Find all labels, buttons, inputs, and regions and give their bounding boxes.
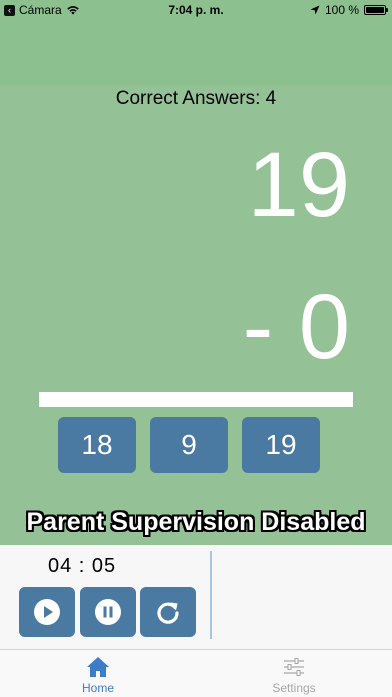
answer-button-2[interactable]: 9 (150, 417, 228, 473)
game-screen: ‹ Cámara 7:04 p. m. 100 % Correct Answer… (0, 0, 392, 545)
timer-display: 04 : 05 (48, 555, 117, 577)
tab-home[interactable]: Home (0, 650, 196, 697)
answer-options: 18 9 19 (0, 417, 392, 473)
tab-bar: Home Settings (0, 649, 392, 697)
bottom-number: - 0 (242, 276, 350, 378)
status-bar: ‹ Cámara 7:04 p. m. 100 % (0, 0, 392, 20)
top-number: 19 (247, 134, 350, 236)
tab-home-label: Home (81, 681, 114, 695)
battery-icon (364, 5, 388, 15)
equation-line (39, 392, 353, 407)
sliders-icon (284, 658, 304, 676)
pause-icon (95, 599, 121, 625)
restart-button[interactable] (140, 587, 196, 637)
timer-panel: 04 : 05 (0, 545, 392, 649)
battery-percent: 100 % (324, 3, 359, 17)
supervision-banner: Parent Supervision Disabled (26, 508, 366, 536)
correct-answers-label: Correct Answers: 4 (115, 88, 277, 109)
tab-settings-label: Settings (272, 681, 316, 695)
play-icon (34, 599, 60, 625)
status-right: 100 % (310, 3, 388, 17)
location-icon (310, 5, 320, 15)
panel-divider (210, 551, 212, 639)
play-button[interactable] (19, 587, 75, 637)
restart-icon (157, 602, 179, 624)
home-icon (87, 657, 109, 677)
tab-settings[interactable]: Settings (196, 650, 392, 697)
answer-button-3[interactable]: 19 (242, 417, 320, 473)
pause-button[interactable] (80, 587, 136, 637)
answer-button-1[interactable]: 18 (58, 417, 136, 473)
